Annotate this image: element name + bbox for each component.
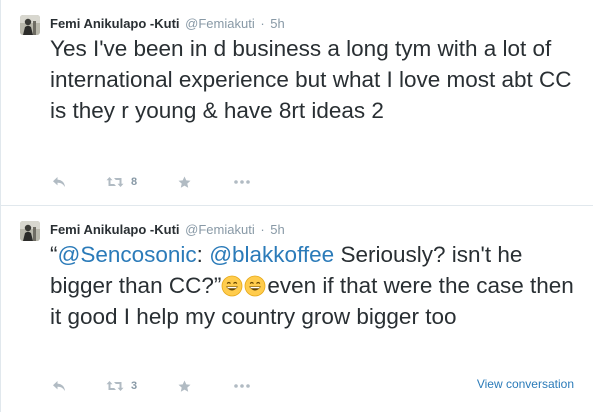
mention-link[interactable]: @blakkoffee (209, 242, 334, 267)
more-button[interactable] (234, 376, 250, 396)
tweet-timestamp[interactable]: 5h (270, 222, 284, 237)
favorite-button[interactable] (178, 376, 191, 396)
reply-icon (53, 381, 65, 391)
tweet-timeline: Femi Anikulapo -Kuti @Femiakuti · 5h Yes… (0, 0, 593, 412)
retweet-count: 3 (131, 380, 138, 392)
tweet-text-fragment: : (196, 242, 210, 267)
separator-dot: · (260, 222, 265, 237)
separator-dot: · (260, 16, 265, 31)
tweet-actions: 3 View conversation (50, 376, 585, 396)
view-conversation-link[interactable]: View conversation (477, 377, 574, 391)
reply-button[interactable] (52, 376, 66, 396)
reply-icon (53, 177, 65, 187)
retweet-button[interactable]: 8 (106, 172, 137, 192)
tweet-text: Yes I've been in d business a long tym w… (50, 36, 572, 123)
tweet[interactable]: Femi Anikulapo -Kuti @Femiakuti · 5h Yes… (1, 0, 593, 206)
reply-button[interactable] (52, 172, 66, 192)
avatar[interactable] (20, 221, 40, 241)
retweet-button[interactable]: 3 (106, 376, 137, 396)
author-handle[interactable]: @Femiakuti (185, 16, 255, 31)
more-icon (234, 384, 250, 388)
tweet-timestamp[interactable]: 5h (270, 16, 284, 31)
grinning-face-emoji (221, 275, 243, 297)
retweet-count: 8 (131, 176, 138, 188)
favorite-button[interactable] (178, 172, 191, 192)
author-handle[interactable]: @Femiakuti (185, 222, 255, 237)
more-icon (234, 180, 250, 184)
tweet-actions: 8 (50, 172, 585, 192)
open-quote: “ (50, 242, 58, 267)
grinning-face-emoji (244, 275, 266, 297)
tweet[interactable]: Femi Anikulapo -Kuti @Femiakuti · 5h “@S… (1, 206, 593, 412)
tweet-header: Femi Anikulapo -Kuti @Femiakuti · 5h (50, 15, 285, 33)
more-button[interactable] (234, 172, 250, 192)
star-icon (178, 176, 191, 188)
retweet-icon (106, 381, 124, 391)
mention-link[interactable]: @Sencosonic (58, 242, 197, 267)
retweet-icon (106, 177, 124, 187)
tweet-header: Femi Anikulapo -Kuti @Femiakuti · 5h (50, 221, 285, 239)
author-name[interactable]: Femi Anikulapo -Kuti (50, 16, 180, 31)
star-icon (178, 380, 191, 392)
avatar[interactable] (20, 15, 40, 35)
tweet-text: “@Sencosonic: @blakkoffee Seriously? isn… (50, 239, 585, 332)
author-name[interactable]: Femi Anikulapo -Kuti (50, 222, 180, 237)
